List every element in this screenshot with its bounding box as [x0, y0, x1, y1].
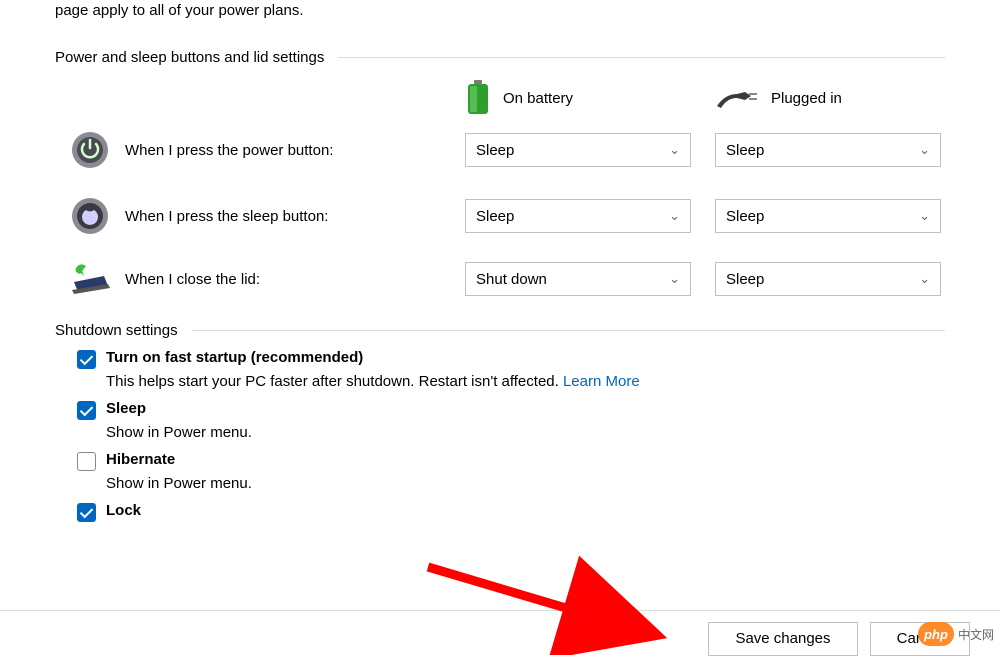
checkbox-fast-startup-label: Turn on fast startup (recommended) — [106, 349, 363, 366]
sleep-button-icon — [70, 196, 110, 236]
chevron-down-icon: ⌄ — [919, 208, 930, 224]
row-sleep-button-label: When I press the sleep button: — [125, 208, 465, 225]
column-plugged-in: Plugged in — [715, 84, 965, 112]
select-sleep-battery[interactable]: Sleep ⌄ — [465, 199, 691, 233]
select-lid-plugged[interactable]: Sleep ⌄ — [715, 262, 941, 296]
checkbox-sleep[interactable] — [77, 401, 96, 420]
column-on-battery-label: On battery — [503, 90, 573, 107]
column-plugged-in-label: Plugged in — [771, 90, 842, 107]
hibernate-description: Show in Power menu. — [106, 475, 945, 492]
select-lid-battery[interactable]: Shut down ⌄ — [465, 262, 691, 296]
checkbox-lock[interactable] — [77, 503, 96, 522]
section-power-buttons: Power and sleep buttons and lid settings — [55, 49, 945, 66]
checkbox-hibernate[interactable] — [77, 452, 96, 471]
button-bar: Save changes Cancel — [0, 610, 1000, 666]
plug-icon — [715, 84, 759, 112]
chevron-down-icon: ⌄ — [669, 208, 680, 224]
sleep-description: Show in Power menu. — [106, 424, 945, 441]
power-button-icon — [70, 130, 110, 170]
checkbox-hibernate-label: Hibernate — [106, 451, 175, 468]
select-sleep-battery-value: Sleep — [476, 208, 514, 225]
fast-startup-description: This helps start your PC faster after sh… — [106, 373, 945, 390]
row-close-lid-label: When I close the lid: — [125, 271, 465, 288]
battery-icon — [465, 80, 491, 116]
section-power-buttons-label: Power and sleep buttons and lid settings — [55, 49, 338, 66]
row-power-button: When I press the power button: Sleep ⌄ S… — [55, 130, 945, 170]
php-logo-icon: php — [918, 622, 954, 646]
laptop-lid-icon — [68, 262, 112, 296]
divider — [338, 57, 945, 58]
save-changes-button[interactable]: Save changes — [708, 622, 858, 656]
chevron-down-icon: ⌄ — [919, 142, 930, 158]
select-power-plugged[interactable]: Sleep ⌄ — [715, 133, 941, 167]
watermark: php 中文网 — [918, 622, 994, 646]
section-shutdown: Shutdown settings — [55, 322, 945, 339]
column-on-battery: On battery — [465, 80, 715, 116]
row-sleep-button: When I press the sleep button: Sleep ⌄ S… — [55, 196, 945, 236]
select-power-battery-value: Sleep — [476, 142, 514, 159]
learn-more-link[interactable]: Learn More — [563, 373, 640, 390]
intro-text: page apply to all of your power plans. — [55, 0, 945, 21]
select-lid-battery-value: Shut down — [476, 271, 547, 288]
select-sleep-plugged[interactable]: Sleep ⌄ — [715, 199, 941, 233]
checkbox-lock-label: Lock — [106, 502, 141, 519]
row-close-lid: When I close the lid: Shut down ⌄ Sleep … — [55, 262, 945, 296]
section-shutdown-label: Shutdown settings — [55, 322, 192, 339]
watermark-text: 中文网 — [958, 626, 994, 643]
chevron-down-icon: ⌄ — [919, 271, 930, 287]
row-power-button-label: When I press the power button: — [125, 142, 465, 159]
checkbox-sleep-label: Sleep — [106, 400, 146, 417]
divider — [192, 330, 945, 331]
chevron-down-icon: ⌄ — [669, 142, 680, 158]
select-sleep-plugged-value: Sleep — [726, 208, 764, 225]
checkbox-fast-startup[interactable] — [77, 350, 96, 369]
chevron-down-icon: ⌄ — [669, 271, 680, 287]
select-lid-plugged-value: Sleep — [726, 271, 764, 288]
select-power-plugged-value: Sleep — [726, 142, 764, 159]
fast-startup-desc-text: This helps start your PC faster after sh… — [106, 373, 563, 390]
select-power-battery[interactable]: Sleep ⌄ — [465, 133, 691, 167]
